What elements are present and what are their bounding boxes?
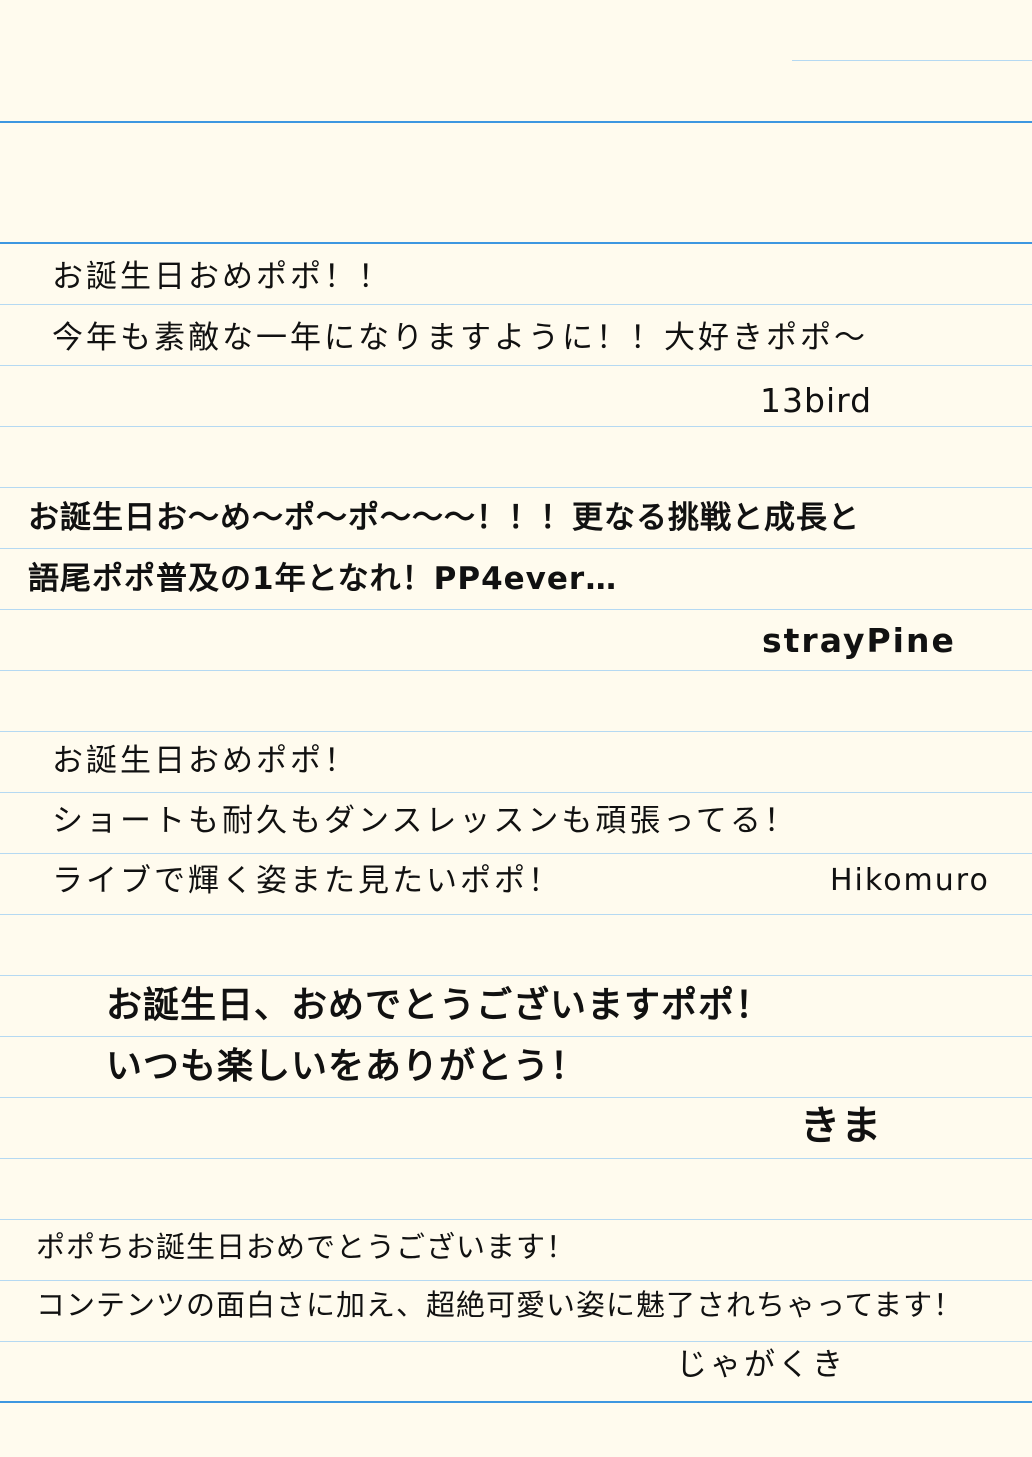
- ruled-line: [0, 426, 1032, 427]
- ruled-line: [0, 670, 1032, 671]
- ruled-line: [0, 1280, 1032, 1281]
- ruled-line: [0, 1341, 1032, 1342]
- message-line: コンテンツの面白さに加え、超絶可愛い姿に魅了されちゃってます！: [36, 1288, 964, 1322]
- message-signature: 13bird: [760, 381, 873, 420]
- ruled-line: [0, 121, 1032, 123]
- message-line: ライブで輝く姿また見たいポポ！: [52, 863, 562, 899]
- ruled-line: [0, 731, 1032, 732]
- message-signature: じゃがくき: [676, 1347, 846, 1383]
- message-line: お誕生日おめポポ！: [52, 743, 358, 779]
- ruled-line: [0, 853, 1032, 854]
- message-signature: strayPine: [762, 621, 956, 660]
- message-line: 今年も素敵な一年になりますように！！大好きポポ～: [52, 320, 868, 356]
- ruled-line: [0, 1401, 1032, 1403]
- ruled-line: [0, 1158, 1032, 1159]
- message-signature: Hikomuro: [830, 863, 990, 898]
- message-line: いつも楽しいをありがとう！: [106, 1046, 588, 1087]
- ruled-line: [0, 548, 1032, 549]
- ruled-line: [0, 1097, 1032, 1098]
- ruled-line: [0, 487, 1032, 488]
- ruled-line: [0, 609, 1032, 610]
- message-line: お誕生日おめポポ！！: [52, 259, 392, 295]
- ruled-line: [0, 792, 1032, 793]
- ruled-line: [0, 914, 1032, 915]
- message-signature: きま: [800, 1103, 882, 1149]
- message-line: お誕生日、おめでとうございますポポ！: [106, 985, 773, 1026]
- message-line: お誕生日お～め～ポ～ポ～～～！！！更なる挑戦と成長と: [28, 500, 860, 536]
- message-line: 語尾ポポ普及の1年となれ！PP4ever…: [28, 561, 618, 597]
- message-line: ポポちお誕生日おめでとうございます！: [36, 1230, 577, 1264]
- ruled-line: [0, 1219, 1032, 1220]
- message-line: ショートも耐久もダンスレッスンも頑張ってる！: [52, 803, 798, 839]
- ruled-line: [0, 242, 1032, 244]
- ruled-line: [792, 60, 1032, 61]
- ruled-line: [0, 975, 1032, 976]
- ruled-line: [0, 1036, 1032, 1037]
- ruled-line: [0, 304, 1032, 305]
- ruled-line: [0, 365, 1032, 366]
